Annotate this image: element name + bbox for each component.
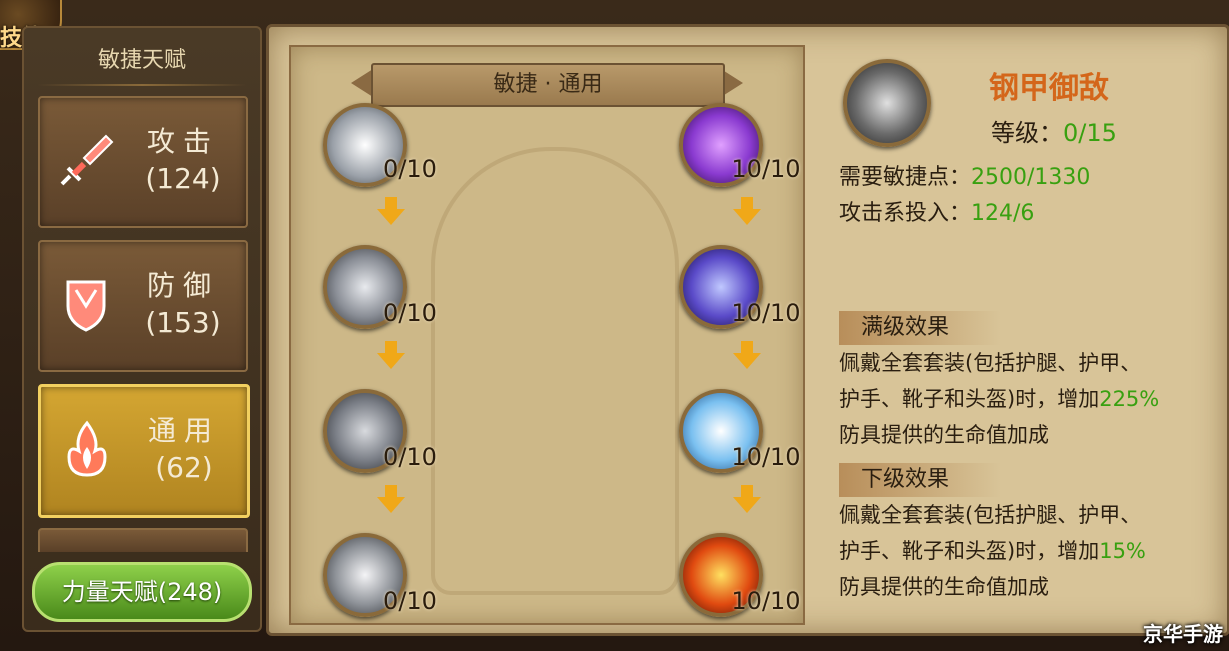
talent-main-panel: 敏捷 · 通用 0/10 0/10 0/10 0/10 10/10 10/10 … xyxy=(266,24,1229,636)
required-points-label: 需要敏捷点： xyxy=(839,165,972,190)
arrow-down-icon xyxy=(377,209,405,225)
max-level-heading: 满级效果 xyxy=(839,311,1001,345)
next-level-description: 佩戴全套套装(包括护腿、护甲、 护手、靴子和头盔)时，增加15% 防具提供的生命… xyxy=(839,497,1209,605)
category-name: 通用 xyxy=(147,414,220,447)
attack-investment-value: 124/6 xyxy=(971,201,1035,226)
arrow-down-icon xyxy=(733,353,761,369)
desc-line: 防具提供的生命值加成 xyxy=(839,575,1049,599)
level-label: 等级： xyxy=(991,119,1063,147)
category-count: (124) xyxy=(145,162,221,195)
selected-skill xyxy=(843,57,933,147)
node-count: 10/10 xyxy=(731,587,801,615)
node-count: 0/10 xyxy=(383,155,437,183)
desc-line: 护手、靴子和头盔)时，增加15% xyxy=(839,533,1209,569)
category-count: (62) xyxy=(155,451,213,484)
node-count: 0/10 xyxy=(383,299,437,327)
desc-line: 佩戴全套套装(包括护腿、护甲、 xyxy=(839,503,1142,527)
node-count: 10/10 xyxy=(731,299,801,327)
sidebar-title: 敏捷天赋 xyxy=(97,48,186,73)
next-level-heading: 下级效果 xyxy=(839,463,1001,497)
category-count: (153) xyxy=(145,306,221,339)
attack-investment-label: 攻击系投入： xyxy=(839,201,972,226)
arrow-down-icon xyxy=(741,197,753,209)
desc-line: 护手、靴子和头盔)时，增加225% xyxy=(839,381,1209,417)
background-ornament xyxy=(431,147,679,595)
category-attack-button[interactable]: 攻击 (124) xyxy=(38,96,248,228)
arrow-down-icon xyxy=(385,197,397,209)
armored-beast-icon xyxy=(843,59,931,147)
desc-line: 佩戴全套套装(包括护腿、护甲、 xyxy=(839,351,1142,375)
node-count: 0/10 xyxy=(383,587,437,615)
category-name: 防御 xyxy=(146,269,219,302)
arrow-down-icon xyxy=(733,497,761,513)
desc-value: 225% xyxy=(1099,387,1160,411)
desc-line: 防具提供的生命值加成 xyxy=(839,423,1049,447)
watermark: 京华手游 xyxy=(1143,622,1223,646)
shield-icon xyxy=(66,280,106,332)
sword-icon xyxy=(60,134,114,186)
max-level-description: 佩戴全套套装(包括护腿、护甲、 护手、靴子和头盔)时，增加225% 防具提供的生… xyxy=(839,345,1209,453)
desc-value: 15% xyxy=(1099,539,1146,563)
arrow-down-icon xyxy=(741,485,753,497)
talent-sidebar: 敏捷天赋 攻击 (124) 防御 (153) 通用 (62) 力量天赋(248) xyxy=(22,26,262,632)
arrow-down-icon xyxy=(385,341,397,353)
category-next-button[interactable] xyxy=(38,528,248,552)
category-defense-button[interactable]: 防御 (153) xyxy=(38,240,248,372)
node-count: 10/10 xyxy=(731,443,801,471)
level-value: 0/15 xyxy=(1063,119,1117,147)
arrow-down-icon xyxy=(377,353,405,369)
category-general-button[interactable]: 通用 (62) xyxy=(38,384,250,518)
strength-talent-button[interactable]: 力量天赋(248) xyxy=(32,562,252,622)
arrow-down-icon xyxy=(733,209,761,225)
banner-left-wing xyxy=(351,69,373,97)
category-name: 攻击 xyxy=(146,125,219,158)
arrow-down-icon xyxy=(385,485,397,497)
required-points: 需要敏捷点：2500/1330 xyxy=(839,159,1090,191)
arrow-down-icon xyxy=(377,497,405,513)
desc-text: 护手、靴子和头盔)时，增加 xyxy=(839,539,1100,563)
talent-tree: 敏捷 · 通用 0/10 0/10 0/10 0/10 10/10 10/10 … xyxy=(289,45,805,625)
desc-text: 护手、靴子和头盔)时，增加 xyxy=(839,387,1100,411)
flame-icon xyxy=(67,420,107,477)
required-points-value: 2500/1330 xyxy=(971,165,1091,190)
attack-investment: 攻击系投入：124/6 xyxy=(839,195,1034,227)
skill-name: 钢甲御敌 xyxy=(989,71,1109,106)
arrow-down-icon xyxy=(741,341,753,353)
skill-level: 等级：0/15 xyxy=(991,113,1117,148)
node-count: 0/10 xyxy=(383,443,437,471)
node-count: 10/10 xyxy=(731,155,801,183)
divider xyxy=(38,84,246,86)
tree-banner: 敏捷 · 通用 xyxy=(371,63,725,107)
